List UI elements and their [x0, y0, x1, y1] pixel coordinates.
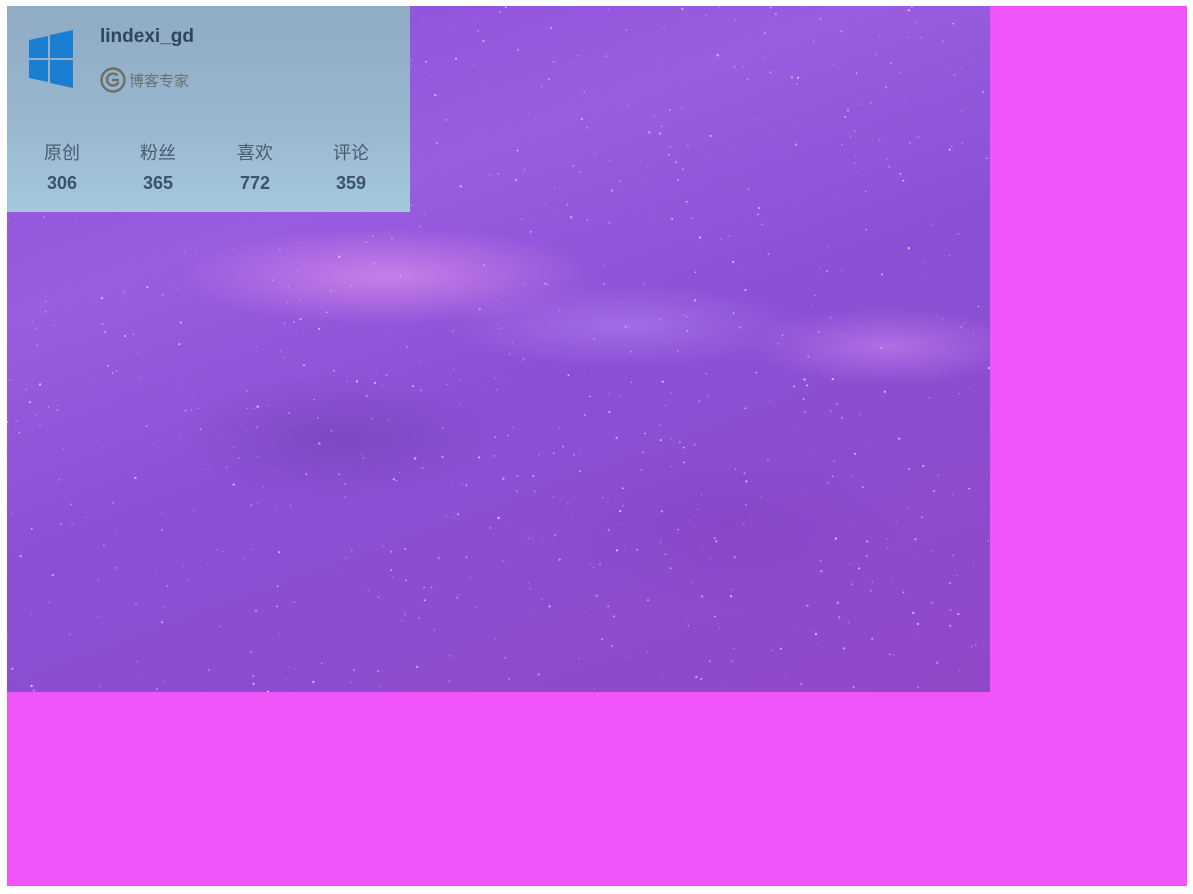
stat-value: 772: [239, 173, 271, 193]
stat-label: 原创: [44, 143, 80, 164]
stat-value: 365: [142, 173, 174, 193]
stat-comments[interactable]: 评论 359: [311, 143, 391, 192]
blog-expert-icon: [100, 67, 126, 93]
stat-value: 359: [335, 173, 367, 193]
stat-fans[interactable]: 粉丝 365: [118, 143, 198, 192]
profile-card[interactable]: lindexi_gd 博客专家 原创 306 粉丝 365 喜欢 772 评论 …: [7, 6, 410, 212]
page-canvas: lindexi_gd 博客专家 原创 306 粉丝 365 喜欢 772 评论 …: [7, 6, 1187, 886]
stat-label: 粉丝: [140, 143, 176, 164]
windows-logo-icon: [29, 30, 73, 88]
stat-label: 评论: [333, 143, 369, 164]
stat-value: 306: [46, 173, 78, 193]
badge-label: 博客专家: [129, 71, 190, 90]
blog-expert-badge: 博客专家: [100, 66, 189, 94]
stat-original[interactable]: 原创 306: [22, 143, 102, 192]
stat-label: 喜欢: [237, 143, 273, 164]
username[interactable]: lindexi_gd: [100, 26, 194, 48]
stat-likes[interactable]: 喜欢 772: [215, 143, 295, 192]
